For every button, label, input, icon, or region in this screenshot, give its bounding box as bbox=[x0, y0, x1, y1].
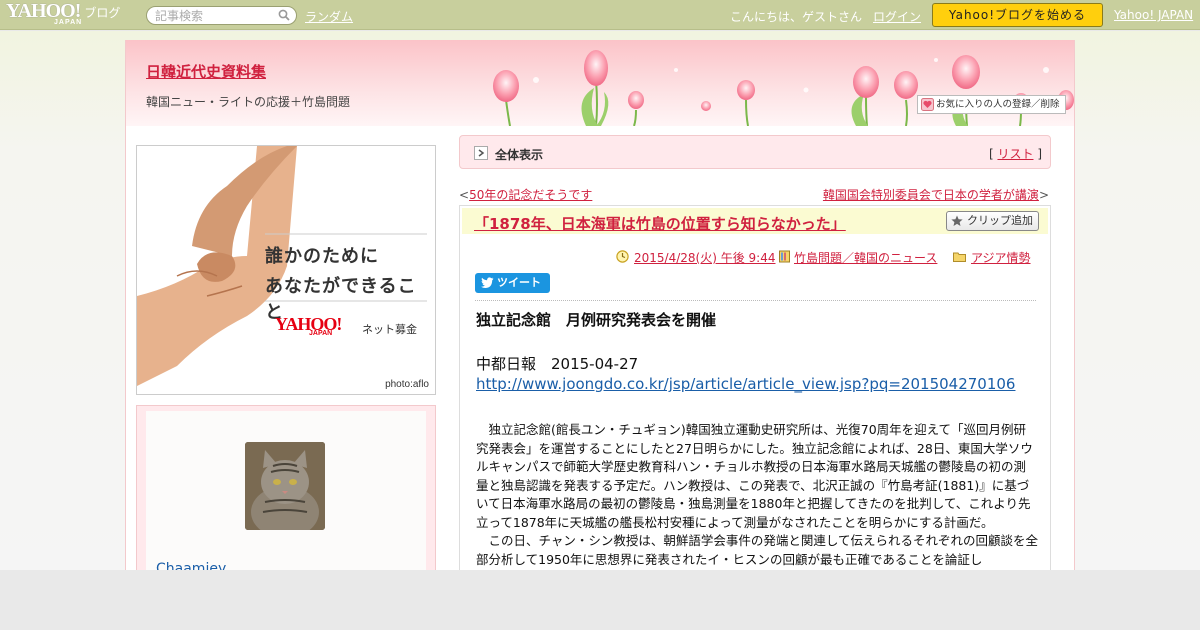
next-arrow: > bbox=[1038, 188, 1049, 202]
favorite-register-button[interactable]: お気に入りの人の登録／削除 bbox=[917, 95, 1066, 114]
prev-article-nav: <50年の記念だそうです bbox=[459, 186, 592, 203]
yahoo-blog-logo[interactable]: YAHOO! JAPAN ブログ bbox=[6, 0, 121, 27]
banner-line1: 誰かのために bbox=[265, 246, 379, 267]
article-folder: アジア情勢 bbox=[953, 249, 1031, 266]
twitter-bird-icon bbox=[481, 277, 494, 289]
search-icon[interactable] bbox=[278, 9, 290, 21]
blog-title-link[interactable]: 日韓近代史資料集 bbox=[146, 61, 266, 82]
prev-article-link[interactable]: 50年の記念だそうです bbox=[469, 188, 592, 202]
article-paragraph: この日、チャン・シン教授は、朝鮮語学会事件の発端と関連して伝えられるそれぞれの回… bbox=[476, 533, 1039, 567]
search-box bbox=[146, 6, 297, 25]
banner-donate-label: ネット募金 bbox=[362, 323, 417, 336]
next-article-link[interactable]: 韓国国会特別委員会で日本の学者が講演 bbox=[823, 188, 1039, 202]
guest-greeting: こんにちは、ゲストさん bbox=[730, 10, 863, 24]
article-body-heading: 独立記念館 月例研究発表会を開催 bbox=[476, 311, 717, 329]
article-body-text: 独立記念館(館長ユン・チュギョン)韓国独立運動史研究所は、光復70周年を迎えて「… bbox=[476, 421, 1038, 569]
book-icon bbox=[779, 250, 790, 263]
article-category-link[interactable]: 竹島問題／韓国のニュース bbox=[794, 251, 937, 265]
search-input[interactable] bbox=[155, 9, 275, 23]
favorite-button-label: お気に入りの人の登録／削除 bbox=[936, 99, 1060, 110]
blog-description: 韓国ニュー・ライトの応援＋竹島問題 bbox=[146, 95, 351, 109]
article-header: 「1878年、日本海軍は竹島の位置すら知らなかった」 クリップ追加 bbox=[462, 208, 1048, 234]
top-bar: YAHOO! JAPAN ブログ ランダム こんにちは、ゲストさん ログイン Y… bbox=[0, 0, 1200, 30]
cat-avatar-image bbox=[245, 442, 325, 530]
article-paragraph: 独立記念館(館長ユン・チュギョン)韓国独立運動史研究所は、光復70周年を迎えて「… bbox=[476, 422, 1033, 530]
article-category: 竹島問題／韓国のニュース bbox=[778, 249, 937, 266]
article-divider bbox=[475, 300, 1036, 301]
star-icon bbox=[951, 215, 963, 226]
prev-arrow: < bbox=[459, 188, 470, 202]
yahoo-japan-link[interactable]: Yahoo! JAPAN bbox=[1114, 8, 1193, 22]
profile-inner: Chaamiey bbox=[146, 411, 426, 570]
avatar[interactable] bbox=[245, 442, 325, 530]
article-date: 2015/4/28(火) 午後 9:44 bbox=[616, 249, 775, 266]
donation-banner[interactable]: 誰かのために あなたができること YAHOO! JAPAN ネット募金 phot… bbox=[136, 145, 436, 395]
logo-blog-text: ブログ bbox=[84, 6, 121, 20]
logo-sub-text: JAPAN bbox=[54, 19, 83, 26]
banner-yahoo-logo-sub: JAPAN bbox=[309, 330, 333, 337]
list-bracket-close: ] bbox=[1037, 147, 1042, 161]
tweet-button[interactable]: ツイート bbox=[475, 273, 550, 293]
heart-icon bbox=[921, 98, 934, 111]
logo-main-text: YAHOO! bbox=[6, 0, 81, 22]
login-link[interactable]: ログイン bbox=[873, 8, 921, 25]
profile-name-link[interactable]: Chaamiey bbox=[156, 561, 226, 570]
start-blog-button[interactable]: Yahoo!ブログを始める bbox=[932, 3, 1103, 27]
category-list-control: [ リスト ] bbox=[989, 145, 1042, 162]
clock-icon bbox=[616, 250, 629, 263]
arrow-right-icon bbox=[474, 146, 488, 160]
category-title: 全体表示 bbox=[495, 148, 544, 162]
blog-header: 日韓近代史資料集 韓国ニュー・ライトの応援＋竹島問題 お気に入りの人の登録／削除 bbox=[126, 40, 1074, 126]
clip-add-button[interactable]: クリップ追加 bbox=[946, 211, 1039, 231]
profile-panel: Chaamiey bbox=[136, 405, 436, 570]
random-link[interactable]: ランダム bbox=[305, 8, 353, 25]
blog-container: 日韓近代史資料集 韓国ニュー・ライトの応援＋竹島問題 お気に入りの人の登録／削除… bbox=[125, 40, 1075, 570]
list-link[interactable]: リスト bbox=[997, 147, 1033, 161]
article-title-link[interactable]: 「1878年、日本海軍は竹島の位置すら知らなかった」 bbox=[474, 213, 846, 234]
clip-add-label: クリップ追加 bbox=[967, 214, 1033, 227]
article-date-link[interactable]: 2015/4/28(火) 午後 9:44 bbox=[634, 251, 775, 265]
category-bar: 全体表示 [ リスト ] bbox=[459, 135, 1051, 169]
folder-icon bbox=[953, 252, 966, 262]
hands-illustration bbox=[137, 146, 427, 386]
next-article-nav: 韓国国会特別委員会で日本の学者が講演> bbox=[823, 186, 1049, 203]
list-bracket-open: [ bbox=[988, 147, 994, 161]
article-folder-link[interactable]: アジア情勢 bbox=[971, 251, 1031, 265]
article-panel: 「1878年、日本海軍は竹島の位置すら知らなかった」 クリップ追加 2015/4… bbox=[459, 205, 1051, 570]
banner-photo-credit: photo:aflo bbox=[385, 379, 429, 390]
tweet-button-label: ツイート bbox=[497, 277, 541, 289]
bottom-blank-area bbox=[0, 570, 1200, 630]
article-source-link[interactable]: http://www.joongdo.co.kr/jsp/article/art… bbox=[476, 375, 1015, 393]
article-source: 中都日報 2015-04-27 bbox=[476, 355, 639, 373]
